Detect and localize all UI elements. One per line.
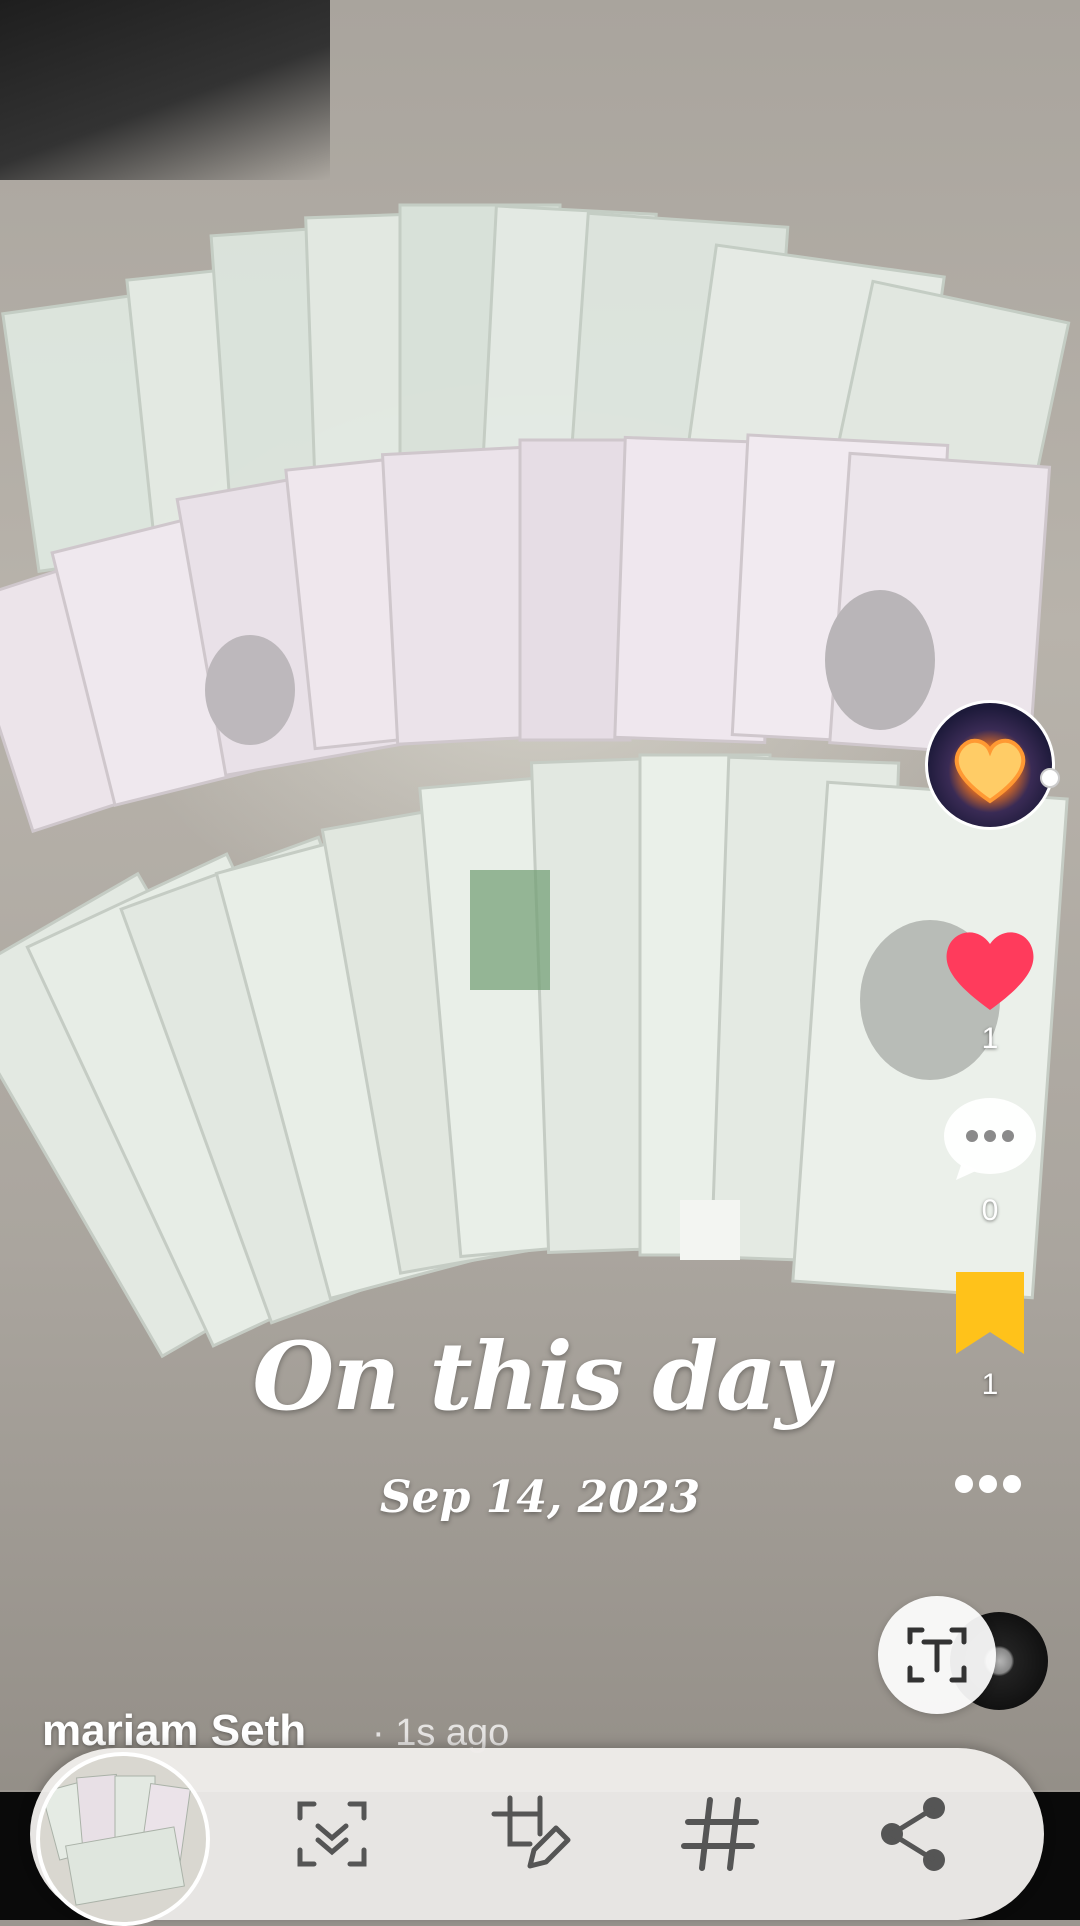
hashtag-icon xyxy=(681,1797,759,1871)
like-count: 1 xyxy=(981,1022,999,1055)
scan-button[interactable] xyxy=(282,1784,382,1884)
comment-button[interactable] xyxy=(942,1096,1038,1187)
creator-avatar[interactable] xyxy=(925,700,1055,830)
avatar-follow-badge[interactable] xyxy=(1040,768,1060,788)
comment-count: 0 xyxy=(981,1194,999,1227)
crop-edit-icon xyxy=(491,1795,571,1869)
heart-icon xyxy=(946,932,1034,1010)
save-count: 1 xyxy=(981,1368,999,1401)
share-icon xyxy=(881,1797,945,1871)
edit-button[interactable] xyxy=(480,1784,580,1884)
hashtag-button[interactable] xyxy=(670,1784,770,1884)
caption-title: On this day xyxy=(252,1322,829,1432)
thumbnail-money-image xyxy=(41,1773,191,1906)
bookmark-icon xyxy=(956,1272,1024,1354)
post-thumbnail[interactable] xyxy=(36,1752,210,1926)
comment-bubble-icon xyxy=(944,1098,1036,1180)
more-options-icon[interactable] xyxy=(955,1475,1035,1505)
save-button[interactable] xyxy=(942,1270,1038,1361)
caption-date: Sep 14, 2023 xyxy=(379,1472,701,1523)
avatar-heart-art xyxy=(954,738,1026,804)
share-button[interactable] xyxy=(864,1784,964,1884)
text-recognition-button[interactable] xyxy=(878,1596,996,1714)
like-button[interactable] xyxy=(942,926,1038,1017)
scan-icon xyxy=(297,1801,367,1867)
text-scan-icon xyxy=(907,1627,967,1683)
